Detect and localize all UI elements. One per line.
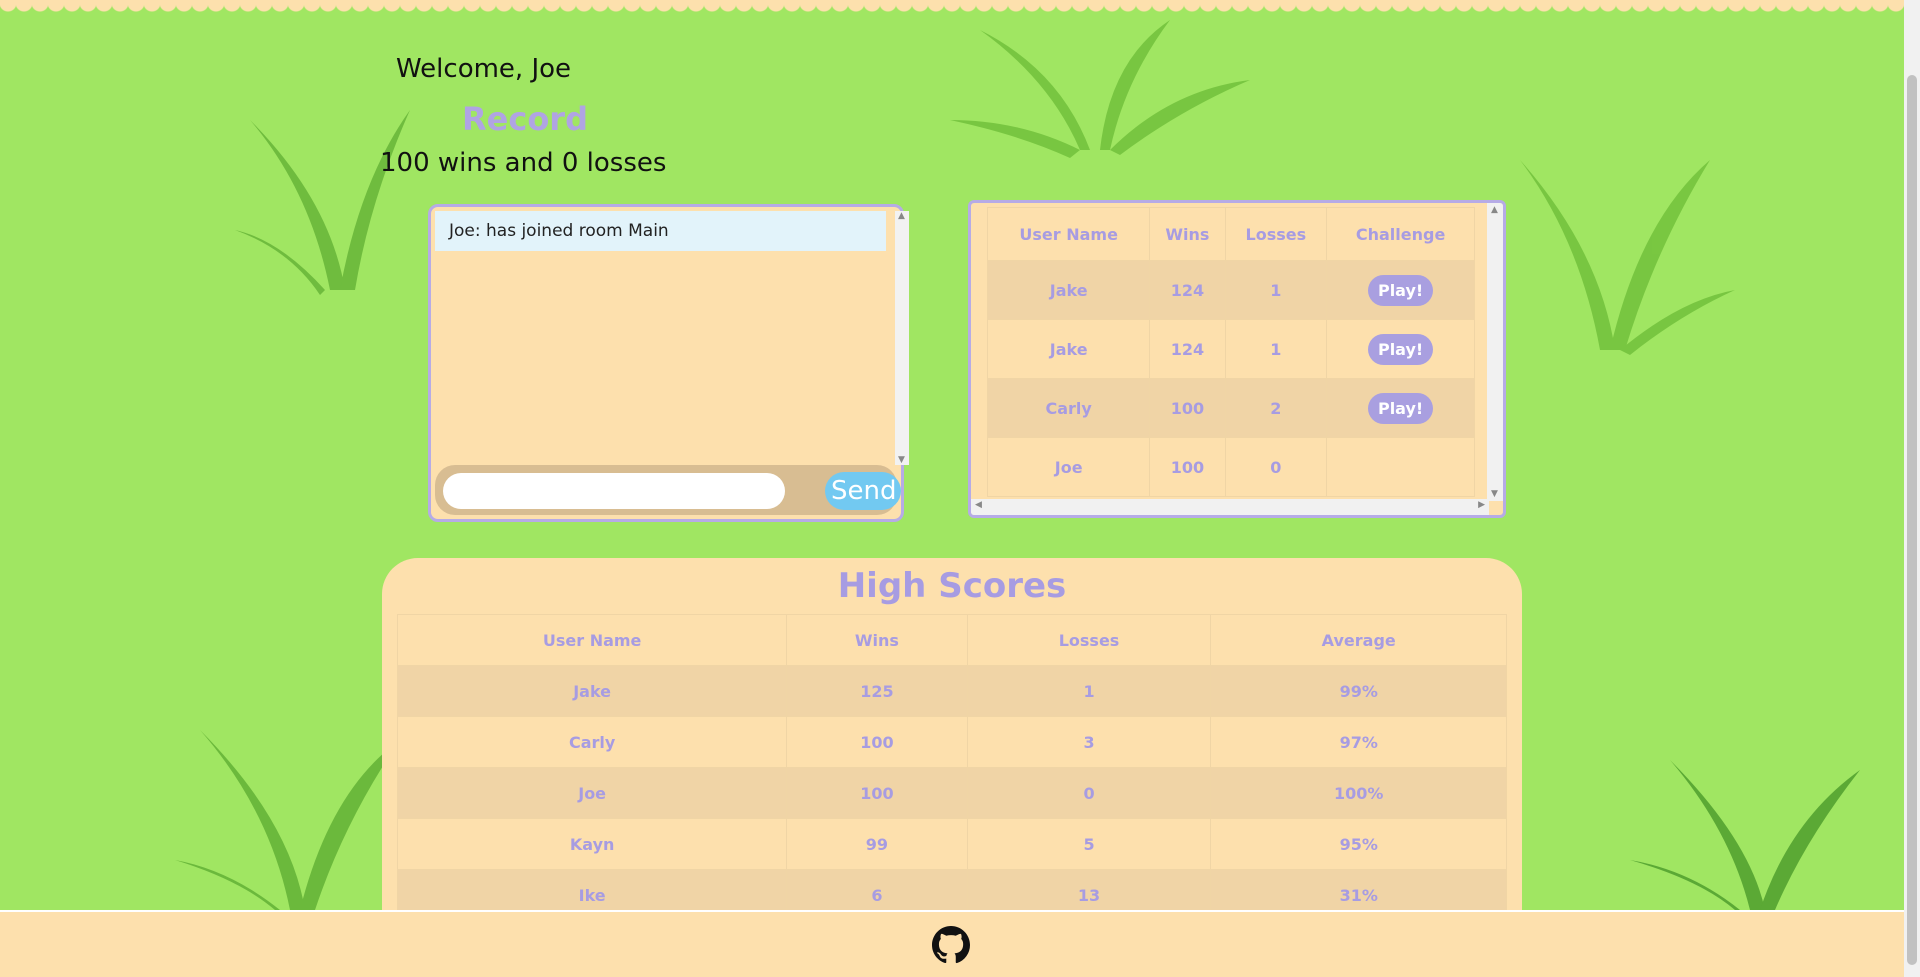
horizontal-scrollbar[interactable]: ◀ ▶ — [971, 499, 1489, 515]
column-header: Losses — [1224, 207, 1328, 261]
github-icon[interactable] — [932, 926, 970, 964]
player-wins: 100 — [786, 716, 968, 768]
player-name: Jake — [986, 260, 1151, 320]
table-header-row: User Name Wins Losses Average — [396, 614, 1507, 666]
table-row: Jake 125 1 99% — [396, 665, 1507, 717]
player-wins: 99 — [786, 818, 968, 870]
send-button[interactable]: Send — [825, 472, 901, 510]
grass-decoration — [1630, 760, 1860, 910]
scrollbar-thumb[interactable] — [1907, 75, 1917, 965]
table-row: Jake 124 1 Play! — [986, 319, 1475, 379]
player-losses: 5 — [966, 818, 1212, 870]
player-average: 95% — [1210, 818, 1507, 870]
player-wins: 100 — [1149, 378, 1226, 438]
scroll-right-arrow-icon[interactable]: ▶ — [1478, 500, 1485, 510]
column-header: Wins — [786, 614, 968, 666]
challenge-cell — [1326, 437, 1475, 497]
record-heading: Record — [462, 100, 588, 138]
play-button[interactable]: Play! — [1367, 333, 1434, 365]
column-header: Wins — [1149, 207, 1226, 261]
player-losses: 0 — [1224, 437, 1328, 497]
online-players-table: User Name Wins Losses Challenge Jake 124… — [986, 207, 1475, 497]
chat-message-list[interactable]: Joe: has joined room Main — [435, 211, 886, 465]
scroll-up-arrow-icon[interactable]: ▲ — [898, 211, 905, 221]
player-losses: 1 — [1224, 260, 1328, 320]
player-losses: 3 — [966, 716, 1212, 768]
play-button[interactable]: Play! — [1367, 392, 1434, 424]
vertical-scrollbar[interactable]: ▲ ▼ — [1487, 203, 1503, 501]
player-average: 97% — [1210, 716, 1507, 768]
player-wins: 124 — [1149, 260, 1226, 320]
scroll-down-arrow-icon[interactable]: ▼ — [898, 455, 905, 465]
table-row: Joe 100 0 100% — [396, 767, 1507, 819]
chat-message: Joe: has joined room Main — [435, 211, 886, 251]
player-losses: 1 — [1224, 319, 1328, 379]
player-wins: 100 — [1149, 437, 1226, 497]
player-losses: 1 — [966, 665, 1212, 717]
player-average: 99% — [1210, 665, 1507, 717]
challenge-cell: Play! — [1326, 319, 1475, 379]
player-name: Jake — [396, 665, 788, 717]
high-scores-table: User Name Wins Losses Average Jake 125 1… — [396, 614, 1507, 921]
player-losses: 2 — [1224, 378, 1328, 438]
record-summary: 100 wins and 0 losses — [380, 148, 667, 178]
high-scores-panel: High Scores User Name Wins Losses Averag… — [382, 558, 1522, 921]
challenge-cell: Play! — [1326, 260, 1475, 320]
player-wins: 100 — [786, 767, 968, 819]
chat-input-bar: Send — [435, 465, 901, 515]
column-header: User Name — [396, 614, 788, 666]
player-name: Carly — [396, 716, 788, 768]
table-row: Joe 100 0 — [986, 437, 1475, 497]
table-row: Kayn 99 5 95% — [396, 818, 1507, 870]
chat-scrollbar[interactable]: ▲ ▼ — [895, 211, 909, 465]
player-name: Joe — [986, 437, 1151, 497]
player-wins: 125 — [786, 665, 968, 717]
column-header: User Name — [986, 207, 1151, 261]
online-players-panel: User Name Wins Losses Challenge Jake 124… — [968, 200, 1506, 518]
grass-decoration — [950, 20, 1250, 158]
high-scores-title: High Scores — [837, 566, 1067, 606]
challenge-cell: Play! — [1326, 378, 1475, 438]
column-header: Losses — [966, 614, 1212, 666]
chat-message-input[interactable] — [443, 473, 785, 509]
player-losses: 0 — [966, 767, 1212, 819]
scroll-down-arrow-icon[interactable]: ▼ — [1491, 489, 1498, 499]
footer — [0, 910, 1904, 977]
grass-decoration — [235, 110, 410, 295]
welcome-message: Welcome, Joe — [396, 54, 572, 84]
scroll-left-arrow-icon[interactable]: ◀ — [975, 500, 982, 510]
grass-decoration — [1520, 160, 1735, 355]
chat-panel: Joe: has joined room Main ▲ ▼ Send — [428, 204, 909, 522]
table-row: Carly 100 2 Play! — [986, 378, 1475, 438]
player-name: Joe — [396, 767, 788, 819]
page-scrollbar[interactable] — [1904, 0, 1920, 977]
table-header-row: User Name Wins Losses Challenge — [986, 207, 1475, 261]
column-header: Average — [1210, 614, 1507, 666]
player-name: Jake — [986, 319, 1151, 379]
table-row: Jake 124 1 Play! — [986, 260, 1475, 320]
table-row: Carly 100 3 97% — [396, 716, 1507, 768]
play-button[interactable]: Play! — [1367, 274, 1434, 306]
player-average: 100% — [1210, 767, 1507, 819]
scroll-up-arrow-icon[interactable]: ▲ — [1491, 205, 1498, 215]
player-wins: 124 — [1149, 319, 1226, 379]
column-header: Challenge — [1326, 207, 1475, 261]
player-name: Carly — [986, 378, 1151, 438]
player-name: Kayn — [396, 818, 788, 870]
